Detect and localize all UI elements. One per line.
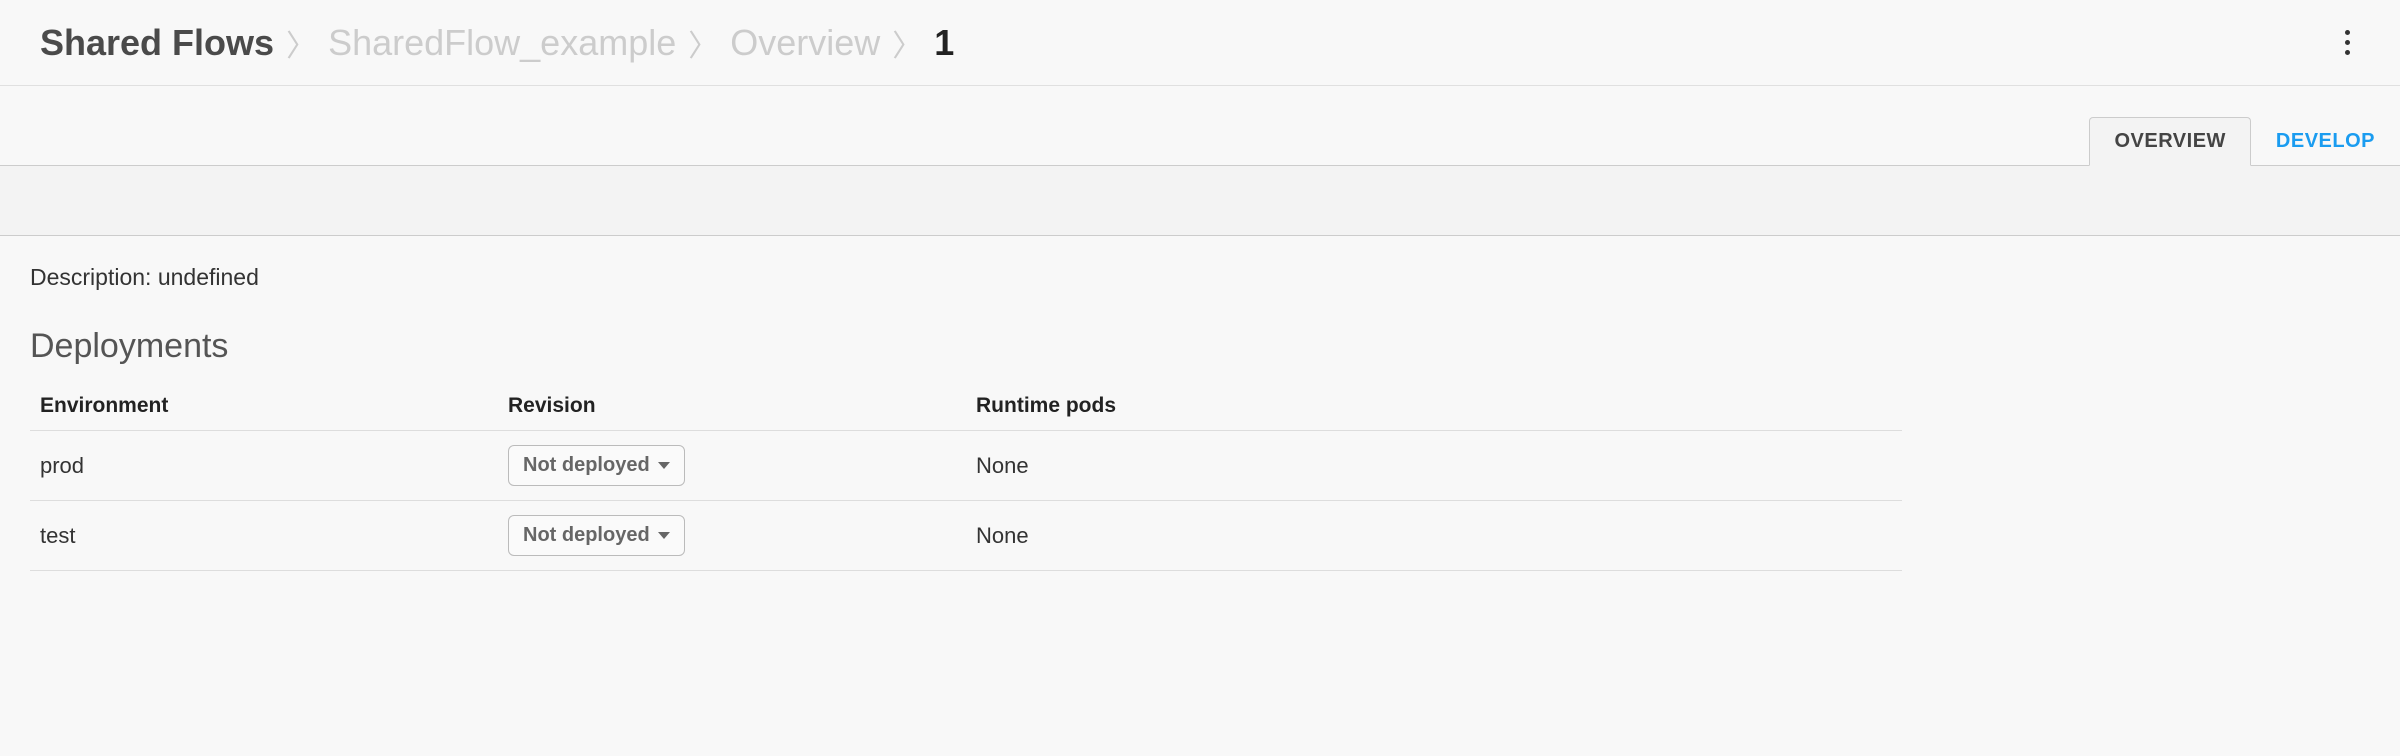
chevron-right-icon: 〉 — [688, 21, 718, 65]
more-vertical-icon — [2345, 30, 2350, 35]
more-vertical-icon — [2345, 40, 2350, 45]
chevron-right-icon: 〉 — [892, 21, 922, 65]
deployments-table: Environment Revision Runtime pods prod N… — [30, 382, 1902, 571]
revision-dropdown[interactable]: Not deployed — [508, 515, 685, 556]
column-header-revision: Revision — [498, 382, 966, 431]
breadcrumb: Shared Flows 〉 SharedFlow_example 〉 Over… — [40, 21, 954, 65]
breadcrumb-current: 1 — [934, 22, 954, 64]
tab-bar: OVERVIEW DEVELOP — [0, 86, 2400, 166]
revision-dropdown-label: Not deployed — [523, 524, 650, 547]
table-row: prod Not deployed None — [30, 431, 1902, 501]
more-vertical-icon — [2345, 50, 2350, 55]
description-label: Description: — [30, 264, 151, 290]
deployments-heading: Deployments — [30, 327, 2370, 366]
column-header-environment: Environment — [30, 382, 498, 431]
cell-environment: prod — [30, 431, 498, 501]
caret-down-icon — [658, 532, 670, 539]
tab-develop[interactable]: DEVELOP — [2251, 117, 2400, 166]
revision-dropdown[interactable]: Not deployed — [508, 445, 685, 486]
header-bar: Shared Flows 〉 SharedFlow_example 〉 Over… — [0, 0, 2400, 86]
sub-header-bar — [0, 166, 2400, 236]
breadcrumb-item-flow[interactable]: SharedFlow_example — [328, 22, 676, 64]
breadcrumb-root[interactable]: Shared Flows — [40, 22, 274, 64]
more-menu-button[interactable] — [2335, 20, 2360, 65]
description-text: Description: undefined — [30, 264, 2370, 291]
content-area: Description: undefined Deployments Envir… — [0, 236, 2400, 599]
cell-environment: test — [30, 501, 498, 571]
caret-down-icon — [658, 462, 670, 469]
table-header-row: Environment Revision Runtime pods — [30, 382, 1902, 431]
chevron-right-icon: 〉 — [286, 21, 316, 65]
cell-runtime: None — [966, 501, 1902, 571]
table-row: test Not deployed None — [30, 501, 1902, 571]
tab-overview[interactable]: OVERVIEW — [2089, 117, 2250, 166]
cell-revision: Not deployed — [498, 501, 966, 571]
cell-revision: Not deployed — [498, 431, 966, 501]
column-header-runtime: Runtime pods — [966, 382, 1902, 431]
cell-runtime: None — [966, 431, 1902, 501]
revision-dropdown-label: Not deployed — [523, 454, 650, 477]
description-value: undefined — [158, 264, 259, 290]
breadcrumb-item-overview[interactable]: Overview — [730, 22, 880, 64]
